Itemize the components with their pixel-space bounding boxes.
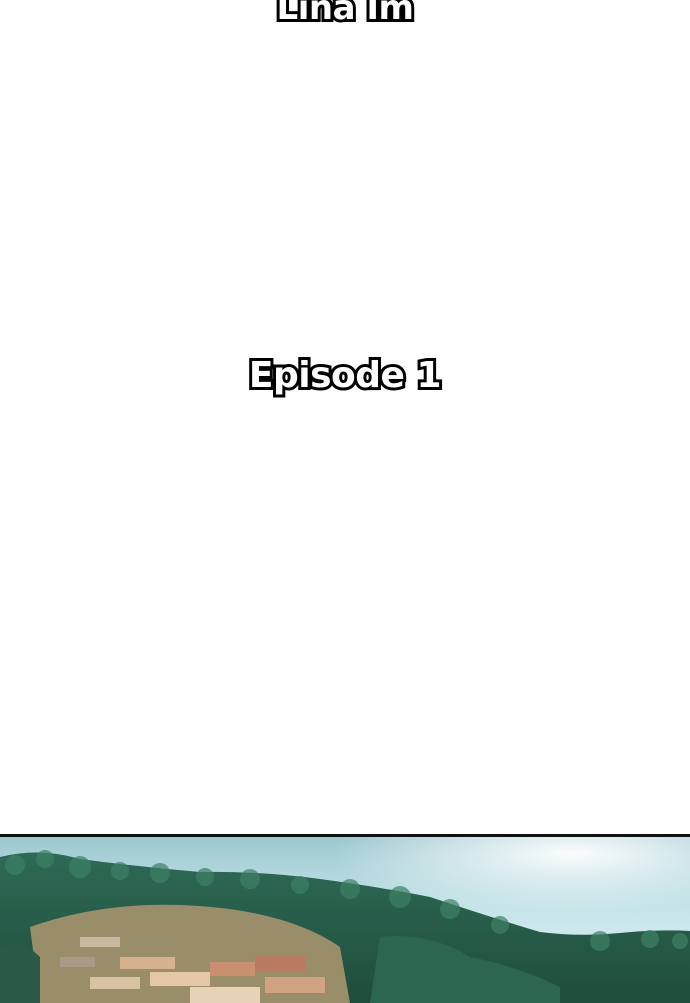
episode-title: Episode 1 (246, 352, 445, 399)
hillside-village-illustration (0, 837, 690, 1003)
author-credit: Lina Im (274, 0, 417, 31)
foreground-trees (0, 943, 40, 1003)
comic-panel (0, 834, 690, 1003)
